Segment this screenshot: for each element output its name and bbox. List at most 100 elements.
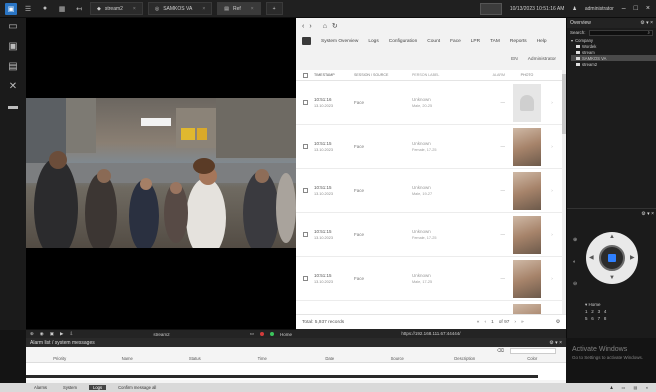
menu-configuration[interactable]: Configuration (389, 39, 418, 44)
network-icon[interactable]: ▤ (634, 385, 638, 390)
delete-icon[interactable]: ⌫ (497, 348, 504, 354)
eye-icon[interactable]: ◉ (40, 331, 44, 337)
prev-page-button[interactable]: ‹ (484, 320, 486, 325)
panel-controls-icon[interactable]: ⚙ ▾ × (640, 20, 653, 26)
speaker-icon[interactable]: ◖ (645, 385, 648, 390)
select-all-checkbox[interactable] (302, 72, 308, 78)
col-priority[interactable]: Priority (26, 356, 94, 361)
menu-reports[interactable]: Reports (510, 39, 527, 44)
preset-home[interactable]: ▾ Home (585, 301, 606, 308)
next-page-button[interactable]: › (514, 320, 516, 325)
ptz-joystick[interactable]: ▲ ▼ ◀ ▶ (586, 232, 638, 284)
row-checkbox[interactable] (302, 188, 308, 193)
menu-face[interactable]: Face (450, 39, 461, 44)
first-page-button[interactable]: « (477, 320, 480, 325)
tab-samkos-va[interactable]: ◎ SAMKOS VA × (147, 2, 213, 15)
app-logo-icon[interactable]: ▣ (5, 2, 17, 15)
chevron-right-icon[interactable]: › (545, 276, 559, 281)
back-icon[interactable]: ↤ (73, 3, 85, 15)
tab-stream2[interactable]: ◆ stream2 × (90, 2, 143, 15)
snapshot-icon[interactable]: ▣ (50, 331, 54, 337)
preset-row-2[interactable]: 5 6 7 8 (585, 315, 606, 322)
col-alarm[interactable]: ALARM (487, 73, 509, 77)
record-icon[interactable]: ▶ (60, 331, 63, 337)
language-selector[interactable]: EN (511, 57, 518, 62)
table-row[interactable]: 10:51:16 13.10.2023 Face Unknown Male, 20-25… (296, 81, 562, 125)
table-row[interactable]: 10:51:15 13.10.2023 Face Unknown Male, 19-27… (296, 169, 562, 213)
menu-icon[interactable]: ☰ (22, 3, 34, 15)
row-checkbox[interactable] (302, 100, 308, 105)
panel-controls-icon[interactable]: ⚙ ▾ × (641, 211, 654, 217)
camera-grid-icon[interactable] (302, 37, 311, 45)
col-description[interactable]: Description (431, 356, 499, 361)
col-date[interactable]: Date (296, 356, 364, 361)
confirm-all-button[interactable]: Confirm message all (114, 385, 160, 390)
last-page-button[interactable]: » (521, 320, 524, 325)
col-source[interactable]: SESSION / SOURCE (354, 73, 412, 77)
table-row[interactable]: 10:51:15 13.10.2023 Face Unknown Female, 17-… (296, 213, 562, 257)
chevron-right-icon[interactable]: › (545, 144, 559, 149)
zoom-out-icon[interactable]: ⊖ (573, 281, 577, 287)
row-checkbox[interactable] (302, 144, 308, 149)
table-row[interactable]: 10:51:15 13.10.2023 Face Unknown Male, 17-25… (296, 257, 562, 301)
col-timestamp[interactable]: TIMESTAMP (314, 72, 354, 78)
col-time[interactable]: Time (229, 356, 297, 361)
tree-item-stream2[interactable]: stream2 (571, 61, 656, 67)
photo-cell[interactable] (509, 303, 545, 314)
layout-grid-icon[interactable] (479, 2, 502, 15)
tools-icon[interactable]: ✕ (6, 81, 20, 92)
user-name[interactable]: administrator (585, 6, 614, 12)
maximize-icon[interactable]: □ (634, 5, 638, 12)
video-view[interactable] (26, 18, 296, 329)
menu-help[interactable]: Help (537, 39, 547, 44)
zoom-icon[interactable]: ⊕ (30, 331, 34, 337)
col-color[interactable]: Color (499, 356, 567, 361)
menu-lpr[interactable]: LPR (471, 39, 480, 44)
url-text[interactable]: https://192.168.111.67:44444/ (401, 331, 460, 336)
chevron-right-icon[interactable]: › (545, 188, 559, 193)
close-window-icon[interactable]: × (646, 5, 650, 12)
tab-alarms[interactable]: Alarms (30, 385, 51, 390)
photo-cell[interactable] (509, 215, 545, 254)
tab-system[interactable]: System (59, 385, 81, 390)
add-tab-button[interactable]: + (265, 2, 283, 15)
panel-controls-icon[interactable]: ⚙ ▾ × (549, 340, 562, 346)
right-arrow-icon[interactable]: ▶ (630, 254, 635, 261)
refresh-icon[interactable]: ↻ (332, 22, 338, 30)
monitor-icon[interactable]: ▭ (622, 385, 626, 390)
close-icon[interactable]: × (251, 6, 254, 12)
export-icon[interactable]: ⇩ (69, 331, 73, 337)
photo-cell[interactable] (509, 83, 545, 122)
record-icon[interactable]: ● (39, 3, 51, 15)
home-preset[interactable]: Home (280, 332, 292, 337)
ptz-center-button[interactable] (608, 254, 616, 262)
forward-arrow-icon[interactable]: › (309, 23, 311, 30)
table-row[interactable]: 10:51:15 13.10.2023 Face Unknown Female, 17-… (296, 125, 562, 169)
fullscreen-icon[interactable]: ▭ (250, 331, 254, 337)
close-icon[interactable]: × (202, 6, 205, 12)
menu-tam[interactable]: TAM (490, 39, 500, 44)
settings-gear-icon[interactable]: ⚙ (556, 320, 560, 325)
menu-count[interactable]: Count (427, 39, 440, 44)
monitor-icon[interactable]: ▭ (6, 21, 20, 32)
tab-ref[interactable]: ▤ Ref × (217, 2, 261, 15)
minimize-icon[interactable]: – (622, 5, 626, 12)
col-status[interactable]: Status (161, 356, 229, 361)
screens-icon[interactable]: ▤ (6, 61, 20, 72)
row-checkbox[interactable] (302, 232, 308, 237)
alarm-search-input[interactable] (510, 348, 556, 354)
photo-cell[interactable] (509, 127, 545, 166)
focus-icon[interactable]: ◐ (573, 259, 576, 265)
up-arrow-icon[interactable]: ▲ (609, 234, 615, 240)
layout-icon[interactable]: ▦ (56, 3, 68, 15)
zoom-in-icon[interactable]: ⊕ (573, 237, 577, 243)
back-arrow-icon[interactable]: ‹ (302, 23, 304, 30)
car-icon[interactable]: ▬ (6, 101, 20, 112)
row-checkbox[interactable] (302, 276, 308, 281)
page-number-input[interactable]: 1 (491, 320, 494, 325)
menu-logs[interactable]: Logs (368, 39, 378, 44)
tab-logs[interactable]: Logs (89, 385, 107, 390)
left-arrow-icon[interactable]: ◀ (589, 254, 594, 261)
chevron-right-icon[interactable]: › (545, 100, 559, 105)
home-icon[interactable]: ⌂ (323, 23, 327, 30)
